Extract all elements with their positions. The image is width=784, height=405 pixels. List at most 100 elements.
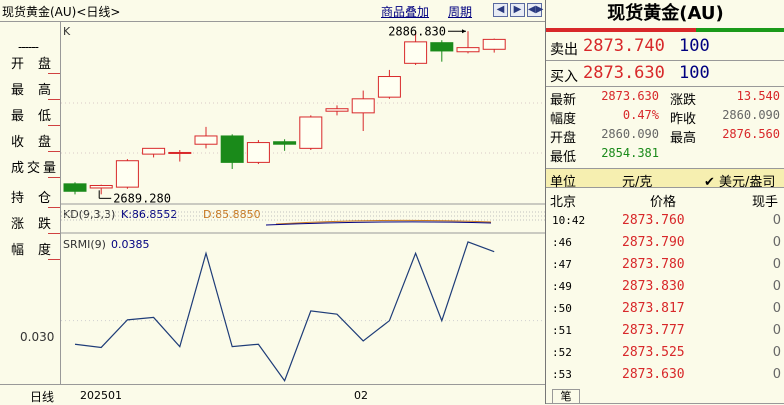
unit-label: 单位 [550,175,577,190]
tick-row: :49 2873.830 0 [546,276,784,298]
unit-row: 单位 元/克 ✔ 美元/盎司 [546,168,784,190]
chart-area[interactable]: 2886.830 2689.280 K KD(9,3,3) K:86.8552 D:85.… [61,22,545,384]
sell-row: 卖出 2873.740 100 [546,33,784,59]
x-axis-period: 日线 [30,390,55,404]
stat-row: 最新 2873.630 涨跌 13.540 [546,87,784,108]
stat-value-prevclose: 2860.090 [722,108,780,122]
period-link[interactable]: 周期 [448,3,472,20]
candle-body [430,42,454,52]
stat-value-low: 2854.381 [601,146,659,160]
buy-row: 买入 2873.630 100 [546,60,784,86]
buy-label: 买入 [550,69,578,85]
stat-value-open: 2860.090 [601,127,659,141]
tick-volume: 0 [772,213,781,228]
tick-time: :46 [552,236,572,249]
tick-price: 2873.525 [622,345,685,360]
stat-value-latest: 2873.630 [601,89,659,103]
unit-option-usd-oz[interactable]: ✔ 美元/盎司 [704,171,775,190]
zoom-out-button[interactable]: ◀▶ [527,3,543,17]
candle-body [220,135,244,163]
tick-time: 10:42 [552,214,586,227]
overlay-commodity-link[interactable]: 商品叠加 [381,3,429,20]
tick-price: 2873.790 [622,235,685,250]
tick-price: 2873.817 [622,301,685,316]
tick-price: 2873.777 [622,323,685,338]
candle-body [246,142,270,163]
scroll-right-button[interactable]: ▶ [510,3,525,17]
candle-body [115,160,139,188]
kd-d-value: D:85.8850 [203,208,261,221]
stat-value-percent: 0.47% [622,108,659,122]
chart-title: 现货黄金(AU)<日线> [2,5,121,19]
candle-body [63,183,87,192]
quote-title-bar-red [546,28,696,32]
tick-price: 2873.780 [622,257,685,272]
tick-table-header: 北京 价格 现手 [546,189,784,210]
tick-price: 2873.630 [622,367,685,382]
stat-value-high: 2876.560 [722,127,780,141]
window-titlebar: 现货黄金(AU)<日线> 商品叠加 周期 ◀ ▶ ◀▶ [0,0,545,22]
tick-time: :49 [552,280,572,293]
x-axis-bar: 日线 202501 02 [0,384,545,404]
stat-row: 幅度 0.47% 昨收 2860.090 [546,106,784,127]
candle-body [482,38,506,50]
annotation-low: 2689.280 [113,191,171,205]
label-percent: 幅度 [11,243,66,260]
tick-price: 2873.830 [622,279,685,294]
tick-header-price: 价格 [650,195,677,210]
stat-row: 最低 2854.381 [546,144,784,165]
tick-volume: 0 [772,235,781,250]
sell-label: 卖出 [550,42,578,58]
label-volume: 成交量 [11,161,60,178]
tick-row: :50 2873.817 0 [546,298,784,320]
sell-price: 2873.740 [583,36,665,56]
label-position: 持仓 [11,191,66,208]
stat-value-change: 13.540 [736,89,780,103]
tick-row: 10:42 2873.760 0 [546,210,784,232]
candle-body [377,76,401,98]
tick-volume: 0 [772,301,781,316]
tick-volume: 0 [772,279,781,294]
tick-tab[interactable]: 笔 [552,389,580,403]
scroll-left-button[interactable]: ◀ [493,3,508,17]
candle-body [351,98,375,114]
annotation-arrowhead [462,29,466,34]
label-low: 最低 [11,109,66,126]
candle-body [142,147,166,155]
tick-row: :52 2873.525 0 [546,342,784,364]
unit-value[interactable]: 元/克 [622,171,652,190]
kline-chart-svg[interactable]: 2886.830 2689.280 K KD(9,3,3) K:86.8552 D:85.… [61,22,545,384]
x-axis-label-month2: 02 [354,389,368,402]
stat-label-low: 最低 [550,150,577,165]
candle-body [89,184,113,189]
kd-k-value: K:86.8552 [121,208,177,221]
candle-body [194,135,218,145]
tick-time: :53 [552,368,572,381]
kd-title: KD(9,3,3) [63,208,115,221]
tick-time: :51 [552,324,572,337]
x-axis-label-month1: 202501 [80,389,122,402]
buy-price: 2873.630 [583,63,665,83]
srmi-title: SRMI(9) [63,238,106,251]
label-high: 最高 [11,83,66,100]
kline-pane-label: K [63,25,71,38]
candle-body [273,141,297,145]
stat-row: 开盘 2860.090 最高 2876.560 [546,125,784,146]
candle-body [325,108,349,112]
tick-volume: 0 [772,323,781,338]
tick-time: :47 [552,258,572,271]
tick-time: :52 [552,346,572,359]
label-close: 收盘 [11,135,66,152]
ohlc-label-panel: ------ 开盘 最高 最低 收盘 成交量 持仓 涨跌 幅度 0.030 [0,22,61,384]
tick-volume: 0 [772,345,781,360]
tick-price: 2873.760 [622,213,685,228]
candle-body [168,151,192,154]
label-open: 开盘 [11,57,66,74]
srmi-value: 0.0385 [111,238,150,251]
candle-body [404,41,428,64]
quote-title: 现货黄金(AU) [607,3,724,24]
tick-row: :46 2873.790 0 [546,232,784,254]
srmi-y-tick: 0.030 [20,330,55,344]
tick-volume: 0 [772,257,781,272]
tick-header-volume: 现手 [752,195,779,210]
